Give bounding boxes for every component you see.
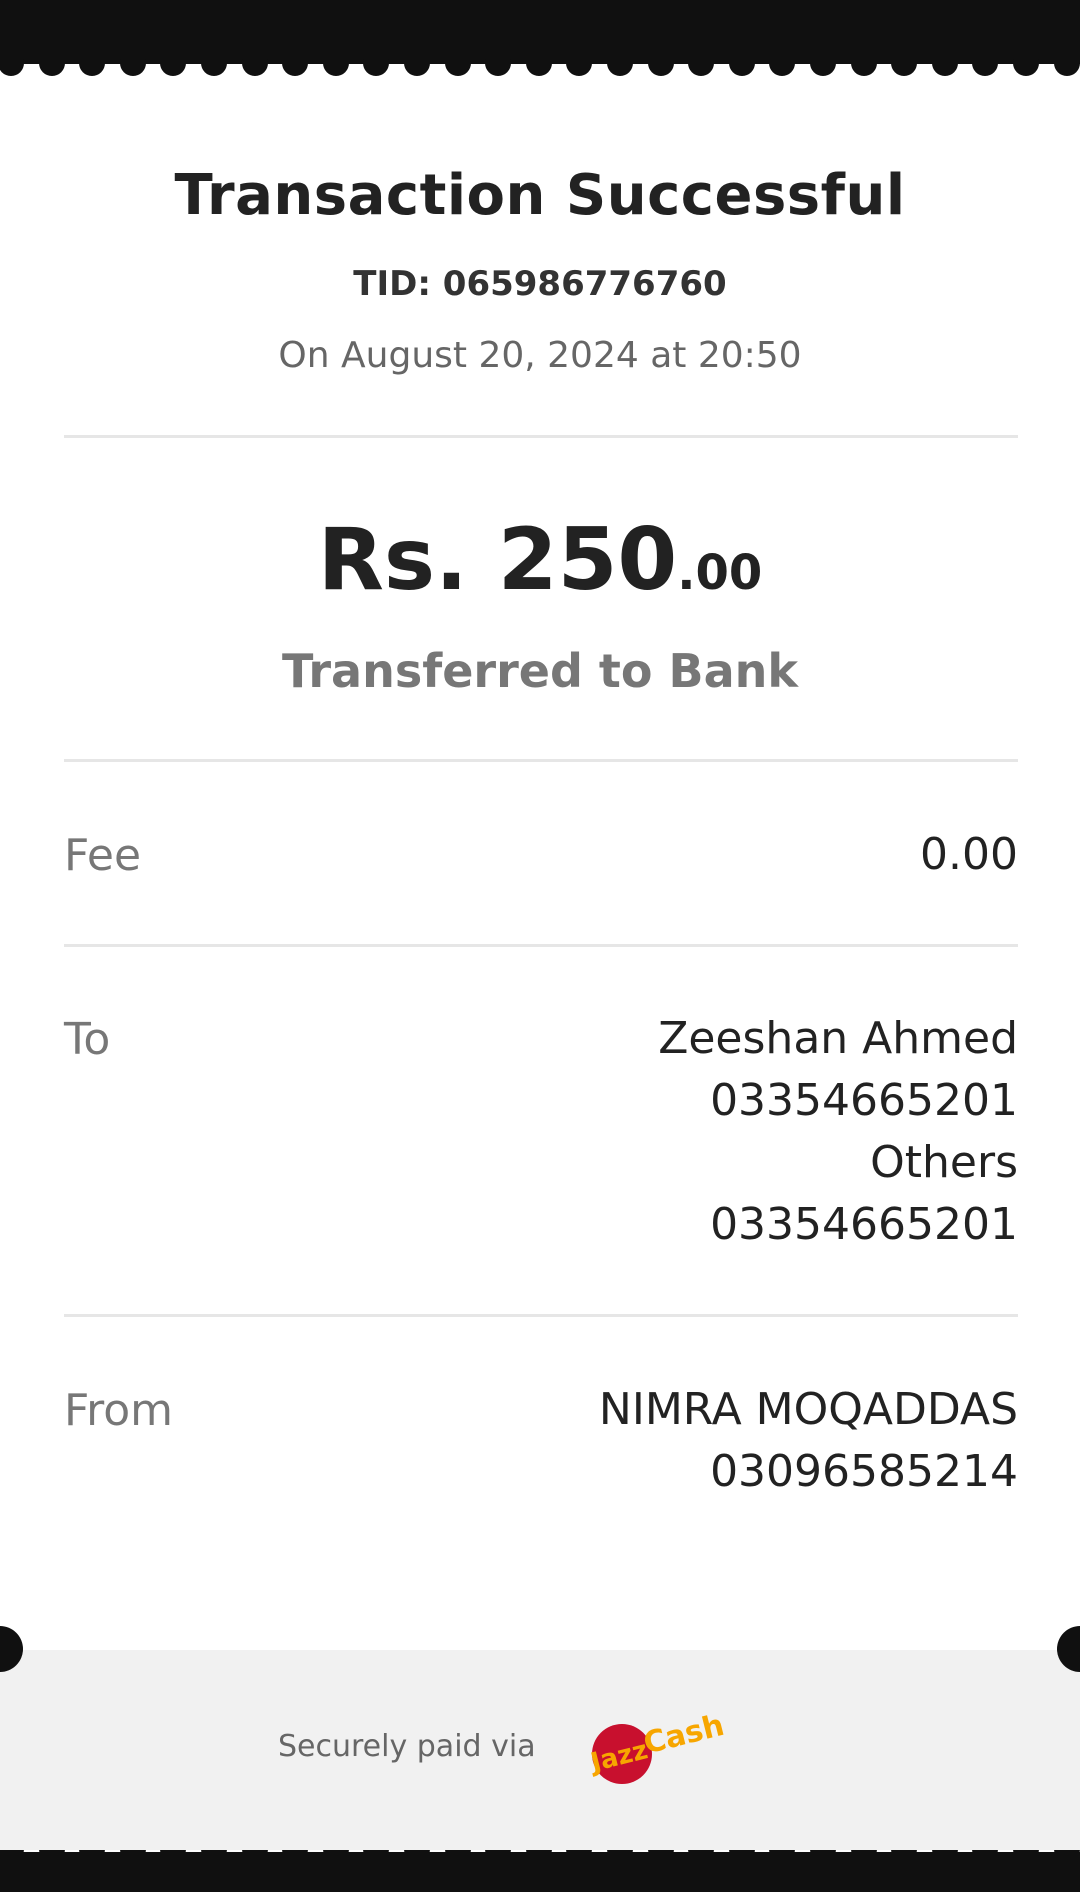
transaction-date: On August 20, 2024 at 20:50 (278, 335, 802, 376)
amount-main: Rs. 250 (317, 510, 678, 610)
scallop-dot (850, 58, 877, 76)
scallop-dot (38, 58, 65, 76)
scallop-dot (363, 58, 390, 76)
svg-text:Cash: Cash (640, 1708, 728, 1762)
receipt-top-edge (0, 58, 1080, 78)
scallop-dot (485, 58, 512, 76)
fee-value-group: 0.00 (920, 824, 1018, 886)
sender-number: 03096585214 (710, 1446, 1018, 1497)
scallop-dot (891, 58, 918, 76)
fee-value: 0.00 (920, 829, 1018, 880)
receipt-footer (0, 1650, 1080, 1850)
scallop-dot (0, 58, 24, 76)
scallop-dot (1013, 58, 1039, 76)
footer-text: Securely paid via (278, 1729, 536, 1764)
scallop-dot (931, 58, 958, 76)
from-details: NIMRA MOQADDAS 03096585214 (599, 1379, 1018, 1503)
recipient-name: Zeeshan Ahmed (658, 1013, 1018, 1064)
scallop-dot (566, 58, 593, 76)
recipient-account: 03354665201 (710, 1199, 1018, 1250)
scallop-dot (201, 58, 227, 76)
scallop-dot (810, 58, 836, 76)
divider (64, 435, 1018, 438)
scallop-dot (404, 58, 430, 76)
transaction-id: TID: 065986776760 (353, 264, 727, 304)
recipient-number: 03354665201 (710, 1075, 1018, 1126)
amount-cents: .00 (677, 545, 763, 601)
sender-name: NIMRA MOQADDAS (598, 1384, 1018, 1435)
divider (64, 759, 1018, 762)
scallop-dot (1053, 58, 1080, 76)
scallop-dot (769, 58, 796, 76)
divider (64, 944, 1018, 947)
divider (64, 1314, 1018, 1317)
scallop-dot (282, 58, 309, 76)
receipt-card (0, 64, 1080, 1852)
scallop-dot (972, 58, 999, 76)
scallop-dot (322, 58, 349, 76)
scallop-dot (444, 58, 471, 76)
scallop-dot (525, 58, 552, 76)
scallop-dot (160, 58, 187, 76)
scallop-dot (688, 58, 715, 76)
scallop-dot (119, 58, 146, 76)
transfer-type: Transferred to Bank (282, 644, 798, 698)
scallop-dot (241, 58, 268, 76)
page-title: Transaction Successful (174, 163, 906, 228)
to-details: Zeeshan Ahmed 03354665201 Others 0335466… (658, 1008, 1018, 1256)
scallop-dot (607, 58, 633, 76)
to-label: To (64, 1014, 111, 1065)
jazzcash-logo: Jazz Cash (586, 1708, 728, 1784)
from-label: From (64, 1385, 174, 1436)
recipient-bank: Others (870, 1137, 1018, 1188)
scallop-dot (79, 58, 106, 76)
scallop-dot (728, 58, 755, 76)
fee-label: Fee (64, 830, 142, 881)
amount: Rs. 250.00 (0, 515, 1080, 629)
scallop-dot (647, 58, 674, 76)
